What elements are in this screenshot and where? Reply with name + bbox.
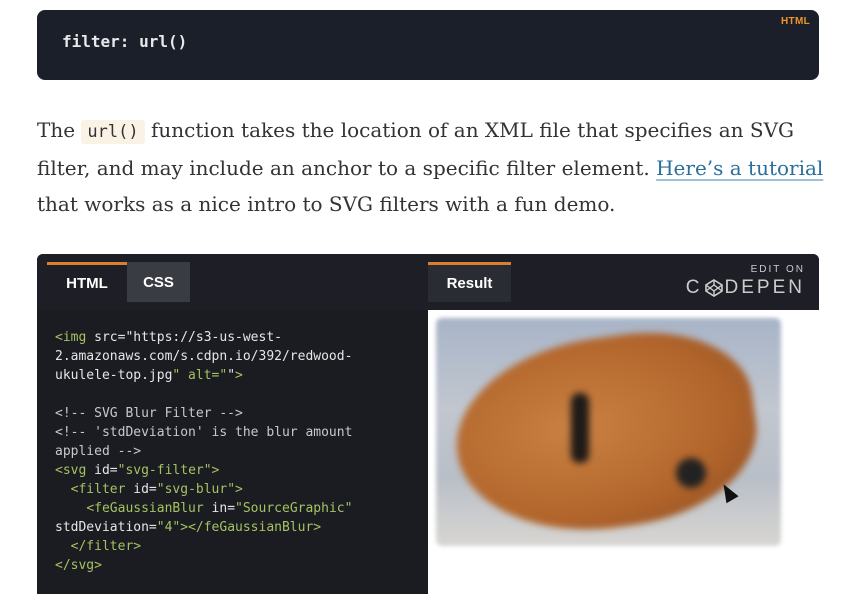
tab-html[interactable]: HTML [47, 262, 127, 302]
code-text: <img src="https://s3-us-west- 2.amazonaw… [55, 328, 352, 575]
tab-css[interactable]: CSS [127, 262, 190, 302]
code-line: ukulele-top.jpg" alt=""> [55, 368, 243, 383]
paragraph-text-3: that works as a nice intro to SVG filter… [37, 192, 616, 216]
codepen-embed: HTML CSS Result EDIT ON C DEPEN <img src… [37, 254, 819, 594]
code-line: <img src="https://s3-us-west- [55, 330, 282, 345]
ukulele-bridge [676, 458, 706, 488]
brand-left: C [685, 277, 703, 298]
ukulele-soundhole [571, 393, 589, 463]
blurred-ukulele-image [436, 318, 781, 546]
code-line: stdDeviation="4"></feGaussianBlur> [55, 520, 322, 535]
code-line: </filter> [70, 539, 142, 554]
edit-on-codepen-link[interactable]: EDIT ON C DEPEN [686, 264, 805, 299]
inline-code: url() [81, 120, 145, 144]
article-paragraph: The url() function takes the location of… [37, 112, 827, 222]
code-snippet-block: filter: url() HTML [37, 10, 819, 80]
code-snippet-text: filter: url() [62, 32, 188, 51]
brand-right: DEPEN [724, 277, 805, 298]
code-line: <!-- 'stdDeviation' is the blur amount [55, 425, 353, 440]
language-label: HTML [781, 16, 810, 27]
code-line: <feGaussianBlur in="SourceGraphic" [86, 501, 353, 516]
code-line: <!-- SVG Blur Filter --> [55, 406, 243, 421]
tab-result[interactable]: Result [428, 262, 511, 302]
embed-header: HTML CSS Result EDIT ON C DEPEN [37, 254, 819, 310]
code-line: 2.amazonaws.com/s.cdpn.io/392/redwood- [55, 349, 353, 364]
html-code-pane[interactable]: <img src="https://s3-us-west- 2.amazonaw… [37, 310, 428, 594]
code-line: <svg id="svg-filter"> [55, 463, 220, 478]
code-line: <filter id="svg-blur"> [70, 482, 243, 497]
codepen-cube-icon [704, 279, 723, 297]
ukulele-body [444, 318, 768, 546]
result-pane[interactable] [428, 310, 819, 594]
edit-on-label: EDIT ON [750, 264, 805, 275]
codepen-brand: C DEPEN [686, 277, 805, 299]
tutorial-link[interactable]: Here’s a tutorial [656, 156, 823, 180]
code-line: applied --> [55, 444, 142, 459]
code-line: </svg> [55, 558, 102, 573]
paragraph-text-1: The [37, 118, 82, 142]
